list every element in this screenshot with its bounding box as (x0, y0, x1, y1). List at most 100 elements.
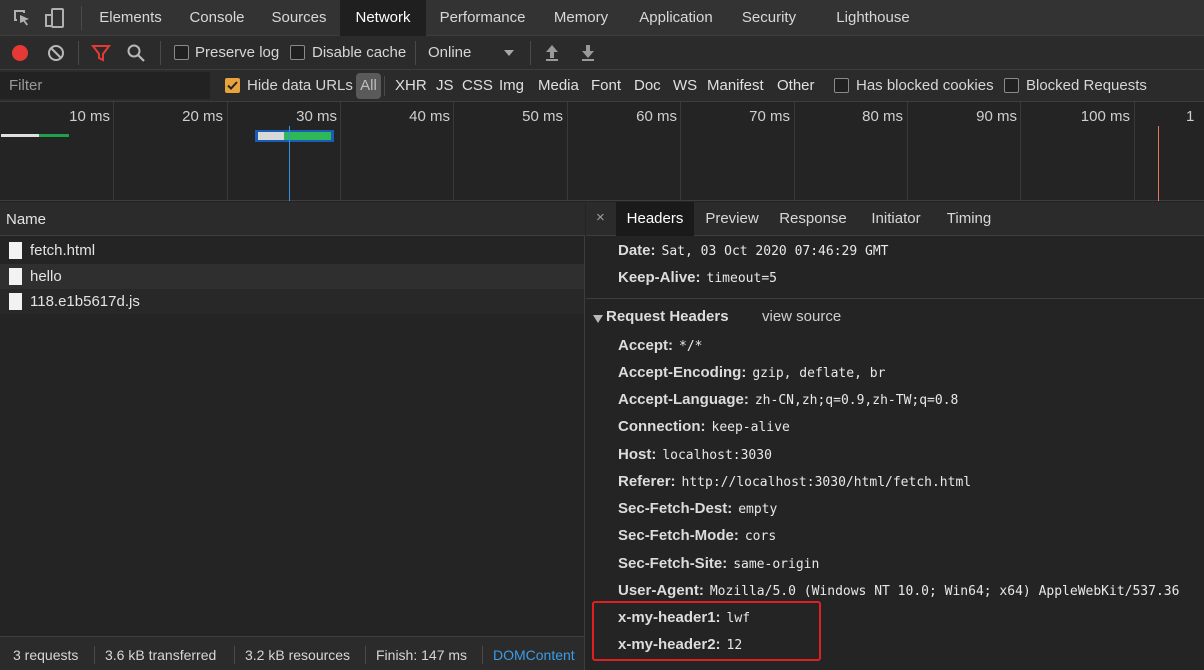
details-tab-timing[interactable]: Timing (941, 202, 997, 236)
header-key: Keep-Alive: (618, 269, 701, 286)
filter-doc[interactable]: Doc (634, 77, 661, 94)
filter-bar: Hide data URLs All XHR JS CSS Img Media … (0, 70, 1204, 102)
filter-manifest[interactable]: Manifest (707, 77, 764, 94)
header-value: cors (744, 529, 777, 544)
filter-css[interactable]: CSS (462, 77, 493, 94)
request-row-fetch-html[interactable]: fetch.html (0, 238, 584, 263)
tab-network[interactable]: Network (340, 0, 426, 36)
overview-load-line (1158, 126, 1159, 201)
request-list: Name fetch.html hello 118.e1b5617d.js (0, 202, 585, 636)
overview-tick-label: 20 ms (182, 108, 223, 125)
disable-cache-checkbox[interactable] (290, 45, 305, 60)
header-value: zh-CN,zh;q=0.9,zh-TW;q=0.8 (754, 393, 959, 408)
blocked-requests-label[interactable]: Blocked Requests (1026, 77, 1147, 94)
network-overview[interactable]: 10 ms 20 ms 30 ms 40 ms 50 ms 60 ms 70 m… (0, 102, 1204, 201)
record-icon[interactable] (10, 43, 30, 63)
device-toolbar-icon[interactable] (43, 6, 67, 30)
tab-lighthouse[interactable]: Lighthouse (828, 0, 918, 36)
details-tab-response[interactable]: Response (776, 202, 850, 236)
disable-cache-label[interactable]: Disable cache (312, 44, 406, 61)
filter-all-button[interactable]: All (356, 73, 381, 99)
request-row-118-js[interactable]: 118.e1b5617d.js (0, 289, 584, 314)
filter-icon[interactable] (91, 43, 111, 63)
header-key: Connection: (618, 418, 706, 435)
blocked-requests-checkbox[interactable] (1004, 78, 1019, 93)
search-icon[interactable] (126, 43, 146, 63)
header-key: Date: (618, 242, 656, 259)
header-key: Referer: (618, 473, 676, 490)
tab-memory[interactable]: Memory (542, 0, 620, 36)
import-har-icon[interactable] (543, 43, 561, 63)
throttling-select[interactable]: Online (428, 44, 471, 61)
export-har-icon[interactable] (579, 43, 597, 63)
filter-img[interactable]: Img (499, 77, 524, 94)
request-row-hello[interactable]: hello (0, 264, 584, 289)
header-value: same-origin (733, 557, 820, 572)
name-column-header[interactable]: Name (6, 211, 46, 228)
status-separator (234, 646, 235, 664)
filter-separator (384, 76, 385, 96)
status-separator (365, 646, 366, 664)
overview-gridline (1020, 102, 1021, 201)
header-value: localhost:3030 (662, 448, 772, 463)
details-tab-headers[interactable]: Headers (616, 202, 694, 236)
tab-sources[interactable]: Sources (260, 0, 338, 36)
overview-gridline (227, 102, 228, 201)
inspect-element-icon[interactable] (10, 6, 34, 30)
tab-elements[interactable]: Elements (88, 0, 173, 36)
overview-tick-label: 100 ms (1080, 108, 1130, 125)
header-value: timeout=5 (706, 271, 777, 286)
header-value: Mozilla/5.0 (Windows NT 10.0; Win64; x64… (709, 584, 1180, 599)
overview-bar-fetch-html (1, 134, 39, 137)
filter-js[interactable]: JS (436, 77, 454, 94)
details-tab-preview[interactable]: Preview (698, 202, 766, 236)
triangle-down-icon[interactable] (593, 311, 603, 323)
overview-gridline (680, 102, 681, 201)
status-separator (94, 646, 95, 664)
filter-other[interactable]: Other (777, 77, 815, 94)
devtools-tab-bar: Elements Console Sources Network Perform… (0, 0, 1204, 36)
request-name: hello (30, 268, 62, 285)
header-row-sec-fetch-mode: Sec-Fetch-Mode: cors (618, 527, 776, 549)
overview-gridline (794, 102, 795, 201)
header-key: Sec-Fetch-Mode: (618, 527, 739, 544)
hide-data-urls-checkbox[interactable] (225, 78, 240, 93)
request-details-panel: × Headers Preview Response Initiator Tim… (586, 202, 1204, 670)
header-key: Accept: (618, 337, 674, 354)
overview-gridline (1134, 102, 1135, 201)
transferred-size: 3.6 kB transferred (105, 647, 217, 663)
header-key: User-Agent: (618, 582, 704, 599)
tab-application[interactable]: Application (628, 0, 724, 36)
filter-xhr[interactable]: XHR (395, 77, 427, 94)
overview-tick-label: 50 ms (522, 108, 563, 125)
filter-font[interactable]: Font (591, 77, 621, 94)
overview-gridline (907, 102, 908, 201)
filter-ws[interactable]: WS (673, 77, 697, 94)
preserve-log-checkbox[interactable] (174, 45, 189, 60)
request-headers-title[interactable]: Request Headers (606, 308, 729, 325)
tab-security[interactable]: Security (732, 0, 806, 36)
clear-icon[interactable] (46, 43, 66, 63)
overview-bar-fetch-html-download (39, 134, 69, 137)
close-details-icon[interactable]: × (596, 209, 605, 226)
view-source-link[interactable]: view source (762, 308, 841, 325)
request-name: 118.e1b5617d.js (30, 293, 140, 310)
preserve-log-label[interactable]: Preserve log (195, 44, 279, 61)
request-count: 3 requests (13, 647, 79, 663)
overview-bar-hello-download (284, 132, 331, 140)
request-list-header[interactable]: Name (0, 202, 585, 236)
hide-data-urls-label[interactable]: Hide data URLs (247, 77, 353, 94)
filter-input[interactable] (0, 72, 210, 99)
has-blocked-cookies-label[interactable]: Has blocked cookies (856, 77, 994, 94)
tab-console[interactable]: Console (178, 0, 256, 36)
overview-gridline (567, 102, 568, 201)
overview-tick-label: 60 ms (636, 108, 677, 125)
domcontentloaded-time: DOMContent (493, 647, 575, 663)
details-tab-bar: × Headers Preview Response Initiator Tim… (586, 202, 1204, 236)
chevron-down-icon[interactable] (503, 46, 515, 58)
header-row-connection: Connection: keep-alive (618, 418, 790, 440)
details-tab-initiator[interactable]: Initiator (862, 202, 930, 236)
has-blocked-cookies-checkbox[interactable] (834, 78, 849, 93)
tab-performance[interactable]: Performance (430, 0, 535, 36)
filter-media[interactable]: Media (538, 77, 579, 94)
